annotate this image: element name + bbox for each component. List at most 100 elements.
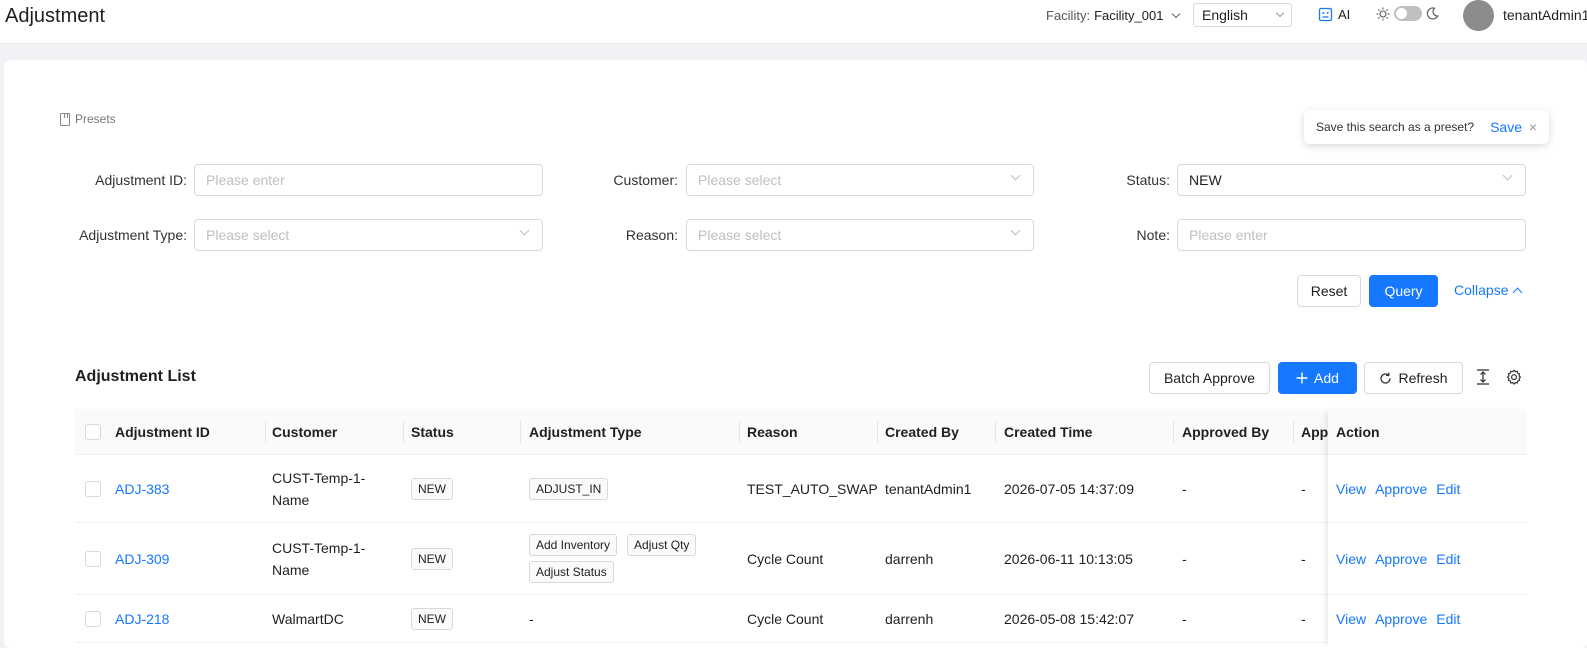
column-height-icon[interactable] [1476,369,1490,385]
theme-switch[interactable] [1376,6,1439,21]
row-checkbox[interactable] [85,610,101,627]
adjustment-type-cell: ADJUST_IN [521,455,739,522]
ai-label: AI [1338,7,1351,22]
select-all-checkbox[interactable] [85,424,101,440]
row-checkbox[interactable] [85,480,101,497]
plus-icon [1296,372,1308,384]
col-approved-by[interactable]: Approved By [1174,409,1294,455]
view-link[interactable]: View [1336,611,1366,627]
ai-button[interactable]: AI [1318,7,1350,22]
sun-icon [1376,7,1390,20]
presets-button[interactable]: Presets [60,112,116,126]
approved-time-cell: - [1301,550,1306,567]
list-title: Adjustment List [75,368,196,385]
approved-time-cell: - [1301,610,1306,627]
adjustment-id-cell: ADJ-309 [107,523,264,594]
approve-link[interactable]: Approve [1375,611,1427,627]
edit-link[interactable]: Edit [1436,611,1460,627]
note-label: Note: [1136,227,1170,243]
approve-link[interactable]: Approve [1375,481,1427,497]
col-created-by[interactable]: Created By [877,409,997,455]
refresh-icon [1380,372,1392,384]
col-approved-time[interactable]: Approved Time [1293,409,1333,455]
table-row: ADJ-309 CUST-Temp-1-Name NEW Add Invento… [75,523,1527,595]
close-icon[interactable]: × [1529,119,1537,135]
row-checkbox[interactable] [85,550,101,567]
add-label: Add [1314,370,1339,386]
adjustment-id-placeholder: Please enter [206,172,285,188]
bookmark-icon [60,112,70,126]
approved-by-cell: - [1182,480,1187,497]
customer-cell: CUST-Temp-1-Name [272,469,366,508]
reset-button[interactable]: Reset [1297,275,1361,307]
action-cell: View Approve Edit [1328,523,1527,595]
refresh-button[interactable]: Refresh [1364,362,1463,394]
edit-link[interactable]: Edit [1436,551,1460,567]
approved-by-cell: - [1182,610,1187,627]
status-cell: NEW [403,523,521,594]
language-value: English [1202,7,1248,23]
adjustment-type-select[interactable]: Please select [194,219,543,251]
adjustment-id-input[interactable]: Please enter [194,164,543,196]
status-select[interactable]: NEW [1177,164,1526,196]
adjustment-type-tag: Adjust Status [529,561,614,583]
note-input[interactable]: Please enter [1177,219,1526,251]
edit-link[interactable]: Edit [1436,481,1460,497]
theme-toggle[interactable] [1394,6,1422,21]
adjustment-id-cell: ADJ-383 [107,455,264,522]
action-column: Action View Approve Edit View Approve Ed… [1328,409,1527,648]
language-select[interactable]: English [1193,3,1292,27]
gear-icon[interactable] [1506,369,1522,385]
adjustment-type-cell: - [529,610,534,627]
customer-select[interactable]: Please select [686,164,1034,196]
avatar[interactable] [1463,0,1494,31]
adjustment-id-label: Adjustment ID: [95,172,187,188]
action-cell: View Approve Edit [1328,595,1527,643]
reason-cell: Cycle Count [747,550,824,567]
created-time-cell: 2026-05-08 15:42:07 [1004,610,1134,627]
facility-selector[interactable]: Facility: Facility_001 [1046,8,1181,23]
col-action: Action [1328,409,1527,455]
adjustment-type-tag: Add Inventory [529,534,618,556]
customer-cell: WalmartDC [272,610,344,627]
created-by-cell: darrenh [885,550,934,567]
adjustment-id-link[interactable]: ADJ-218 [115,611,169,627]
table-row: ADJ-218 WalmartDC NEW - Cycle Count darr… [75,595,1527,643]
action-cell: View Approve Edit [1328,455,1527,523]
chevron-down-icon [1010,225,1021,236]
status-cell: NEW [403,455,521,522]
status-badge: NEW [411,547,453,570]
col-reason[interactable]: Reason [739,409,877,455]
adjustment-id-link[interactable]: ADJ-309 [115,551,169,567]
view-link[interactable]: View [1336,481,1366,497]
view-link[interactable]: View [1336,551,1366,567]
save-preset-button[interactable]: Save [1490,119,1522,135]
created-time-cell: 2026-06-11 10:13:05 [1004,550,1133,567]
facility-label: Facility: [1046,8,1091,23]
col-adjustment-type[interactable]: Adjustment Type [521,409,739,455]
adjustment-id-cell: ADJ-218 [107,595,264,642]
save-preset-popover: Save this search as a preset? Save × [1304,110,1549,144]
reason-select[interactable]: Please select [686,219,1034,251]
query-button[interactable]: Query [1369,275,1438,307]
add-button[interactable]: Add [1278,362,1357,394]
status-badge: NEW [411,607,453,630]
customer-label: Customer: [613,172,678,188]
col-customer[interactable]: Customer [264,409,403,455]
row-select-cell [75,523,111,594]
col-adjustment-id[interactable]: Adjustment ID [107,409,267,455]
adjustment-id-link[interactable]: ADJ-383 [115,481,169,497]
collapse-button[interactable]: Collapse [1454,282,1523,298]
approve-link[interactable]: Approve [1375,551,1427,567]
reason-placeholder: Please select [698,227,782,243]
created-time-cell: 2026-07-05 14:37:09 [1004,480,1134,497]
user-name[interactable]: tenantAdmin1 [1503,7,1587,23]
adjustment-type-placeholder: Please select [206,227,290,243]
col-status[interactable]: Status [403,409,521,455]
chevron-down-icon [519,225,530,236]
batch-approve-button[interactable]: Batch Approve [1149,362,1270,394]
col-created-time[interactable]: Created Time [996,409,1174,455]
robot-icon [1318,7,1333,22]
adjustment-type-tags: Add Inventory Adjust Qty Adjust Status [529,534,729,583]
table-row: ADJ-383 CUST-Temp-1-Name NEW ADJUST_IN T… [75,455,1527,523]
